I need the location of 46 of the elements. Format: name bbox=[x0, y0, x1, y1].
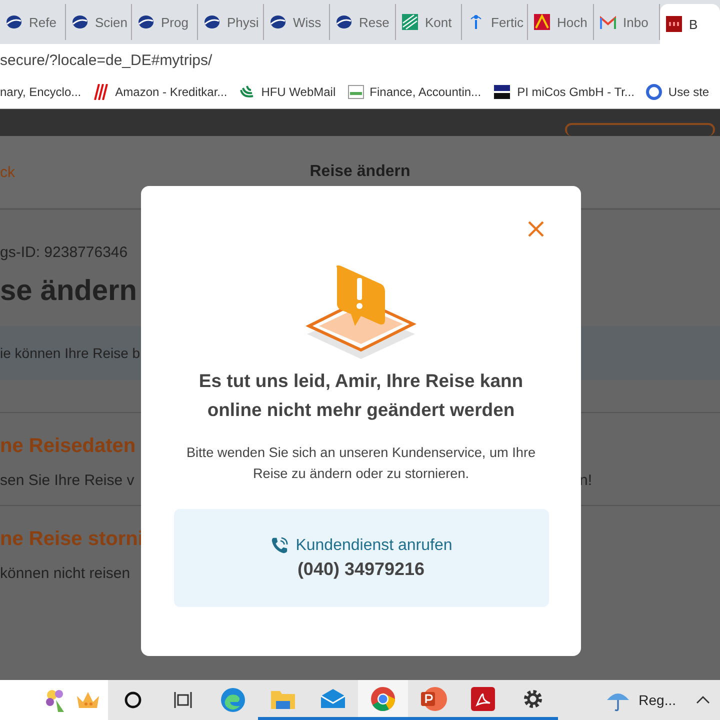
page-title: Reise ändern bbox=[310, 163, 410, 181]
logo-icon bbox=[493, 83, 512, 101]
browser-tab[interactable]: B bbox=[660, 4, 720, 44]
bookmark-link[interactable]: PI miCos GmbH - Tr... bbox=[517, 85, 634, 99]
tab-favicon-icon bbox=[138, 14, 154, 30]
browser-tab[interactable]: Fertic bbox=[462, 4, 528, 40]
browser-tab[interactable]: Wiss bbox=[264, 4, 330, 40]
page-heading: se ändern bbox=[0, 275, 138, 308]
browser-tab[interactable]: Prog bbox=[132, 4, 198, 40]
leaf-icon bbox=[239, 84, 256, 100]
browser-tab[interactable]: Hoch bbox=[528, 4, 594, 40]
tab-favicon-icon bbox=[72, 14, 88, 30]
chevron-up-icon[interactable] bbox=[696, 696, 710, 704]
bookmark-link[interactable]: Finance, Accountin... bbox=[370, 85, 482, 99]
tab-favicon-icon bbox=[402, 14, 418, 30]
close-icon[interactable] bbox=[527, 220, 545, 238]
tab-favicon-icon bbox=[336, 14, 352, 30]
tab-favicon-icon bbox=[534, 14, 550, 30]
chart-icon bbox=[348, 85, 364, 99]
call-link[interactable]: Kundendienst anrufen bbox=[270, 536, 452, 555]
tab-favicon-icon bbox=[6, 14, 22, 30]
phone-number: (040) 34979216 bbox=[297, 559, 425, 580]
ring-icon bbox=[646, 84, 662, 100]
bookmark-link[interactable]: Use ste bbox=[668, 85, 710, 99]
mail-icon bbox=[600, 16, 616, 28]
browser-tab[interactable]: Refe bbox=[0, 4, 66, 40]
tab-favicon-icon bbox=[468, 14, 484, 30]
stripes-icon bbox=[93, 84, 110, 100]
section-text: sen Sie Ihre Reise v bbox=[0, 472, 134, 489]
weather-text[interactable]: Reg... bbox=[638, 692, 676, 708]
chrome-icon[interactable] bbox=[358, 680, 408, 720]
bookmark-link[interactable]: Amazon - Kreditkar... bbox=[115, 85, 228, 99]
bookmark-link[interactable]: nary, Encyclo... bbox=[0, 85, 82, 99]
address-bar[interactable]: secure/?locale=de_DE#mytrips/ bbox=[0, 52, 212, 68]
tab-favicon-icon bbox=[666, 16, 682, 32]
phone-icon bbox=[270, 536, 289, 555]
section-text: können nicht reisen bbox=[0, 565, 130, 582]
tab-favicon-icon bbox=[270, 14, 286, 30]
browser-tab[interactable]: Physi bbox=[198, 4, 264, 40]
dialog-message: Bitte wenden Sie sich an unseren Kundenservice, um Ihre Reise zu ändern oder zu stornieren. bbox=[185, 444, 537, 483]
booking-id: gs-ID: 9238776346 bbox=[0, 244, 129, 261]
browser-tab[interactable]: Rese bbox=[330, 4, 396, 40]
browser-tab[interactable]: Scien bbox=[66, 4, 132, 40]
bookmark-link[interactable]: HFU WebMail bbox=[261, 85, 336, 99]
browser-tab[interactable]: Kont bbox=[396, 4, 462, 40]
tab-favicon-icon bbox=[204, 14, 220, 30]
